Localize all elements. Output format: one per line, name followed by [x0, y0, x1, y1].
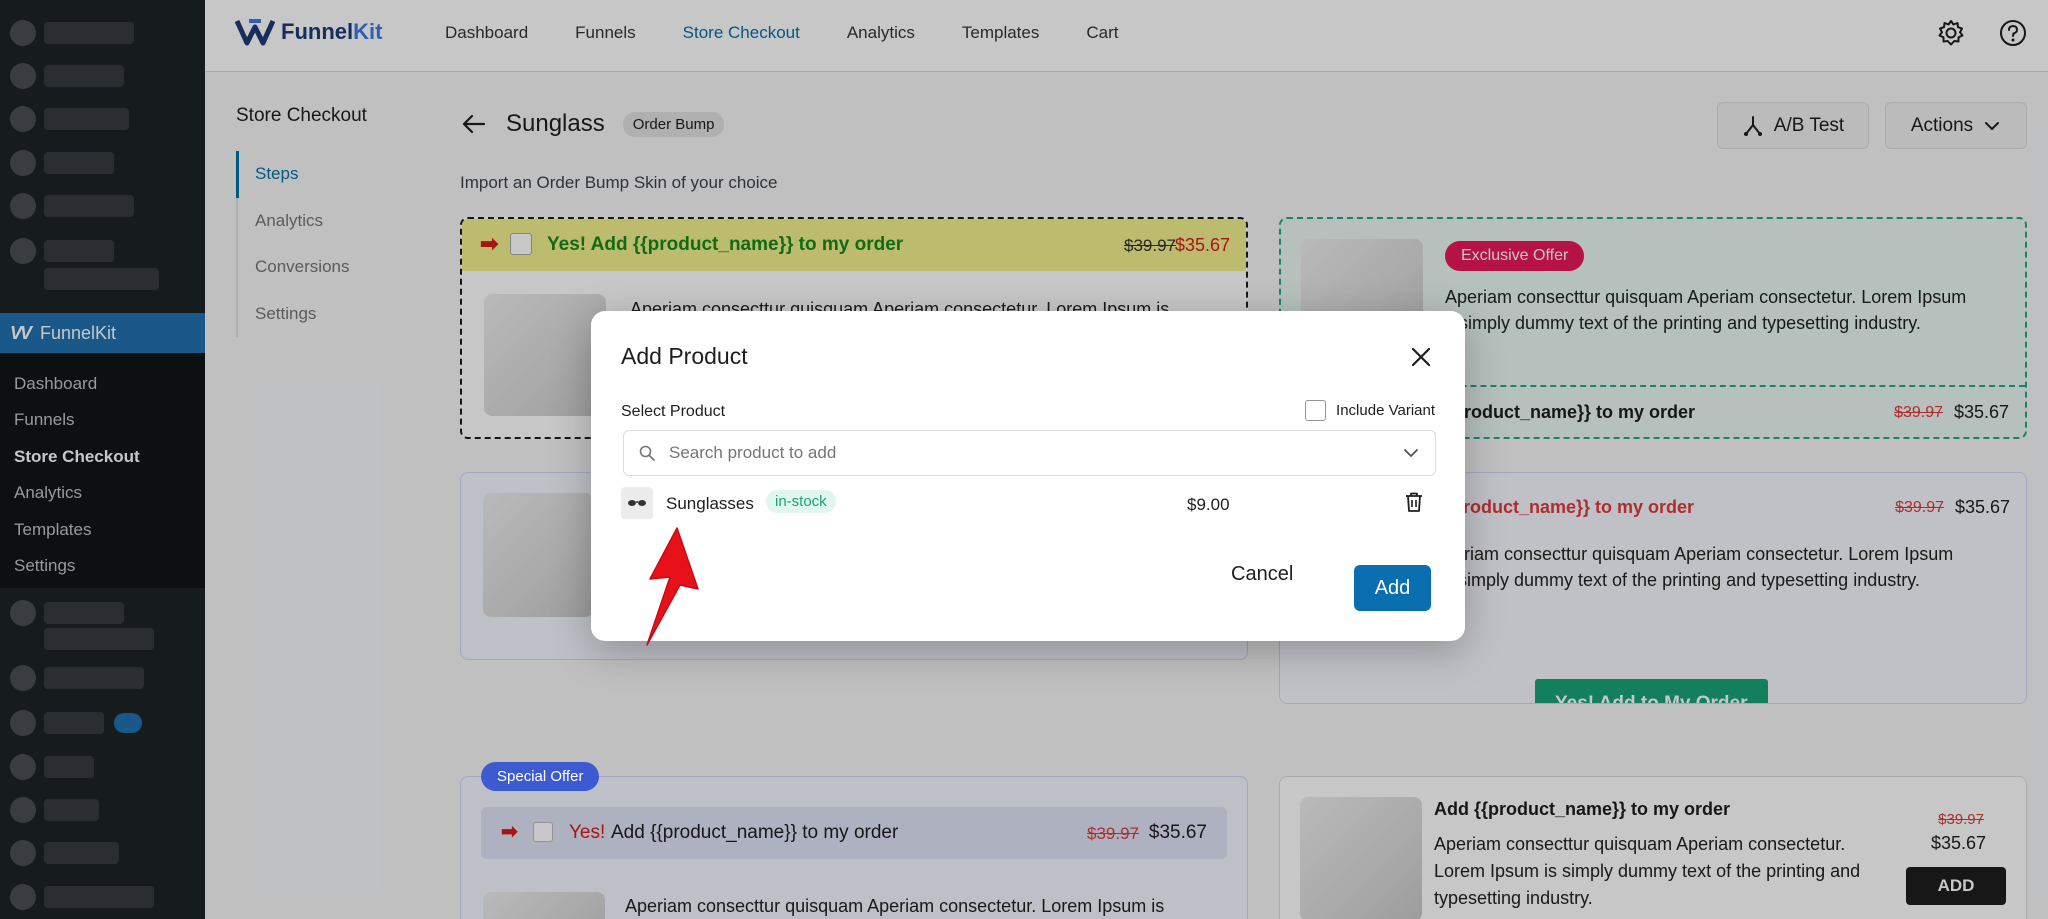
close-icon[interactable] — [1407, 343, 1435, 371]
trash-icon[interactable] — [1402, 490, 1426, 514]
add-button[interactable]: Add — [1354, 565, 1431, 611]
selected-product-row: Sunglasses in-stock $9.00 — [621, 487, 1436, 521]
sunglasses-thumbnail — [621, 487, 653, 519]
include-variant-label: Include Variant — [1336, 402, 1435, 419]
product-price: $9.00 — [1187, 495, 1230, 514]
include-variant-option[interactable]: Include Variant — [1305, 400, 1435, 421]
product-search-input[interactable]: Search product to add — [623, 430, 1436, 476]
chevron-down-icon[interactable] — [1401, 443, 1421, 463]
annotation-arrow-icon — [646, 527, 699, 646]
product-name: Sunglasses — [666, 494, 754, 513]
search-icon — [639, 445, 655, 461]
search-placeholder: Search product to add — [669, 443, 837, 462]
sunglasses-icon — [628, 500, 646, 506]
special-offer-badge: Special Offer — [481, 762, 600, 791]
cancel-button[interactable]: Cancel — [1231, 563, 1293, 586]
stock-status-badge: in-stock — [766, 490, 836, 513]
select-product-label: Select Product — [621, 403, 726, 420]
modal-title: Add Product — [621, 343, 748, 369]
include-variant-checkbox[interactable] — [1305, 400, 1327, 421]
